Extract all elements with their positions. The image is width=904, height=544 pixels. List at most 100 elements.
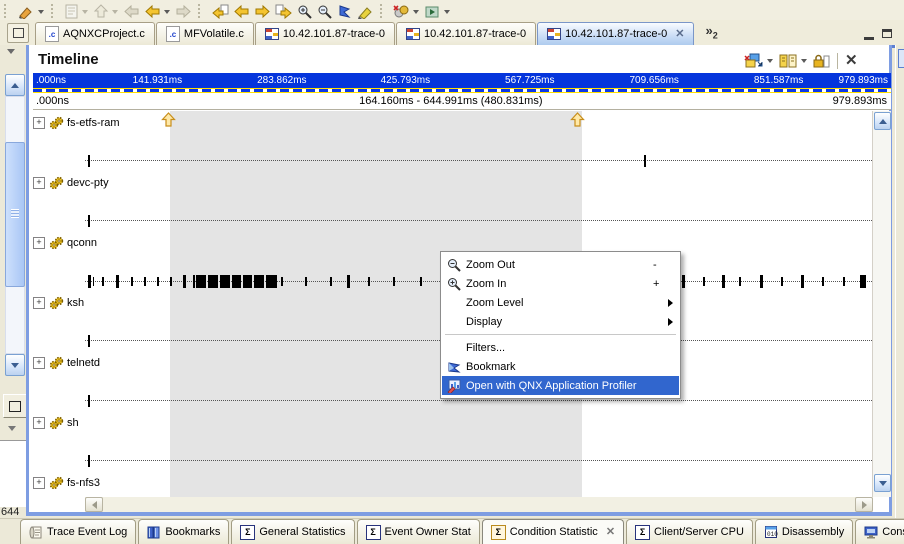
selection-end-marker-icon[interactable] [570, 112, 585, 127]
tab-label: General Statistics [259, 526, 345, 538]
trace-log-icon [29, 525, 43, 539]
toolbar-grip[interactable] [198, 4, 203, 18]
menu-item-zoom-level[interactable]: Zoom Level [442, 293, 679, 312]
menu-item-bookmark[interactable]: Bookmark [442, 357, 679, 376]
menu-item-filters[interactable]: Filters... [442, 338, 679, 357]
process-row-fs-etfs-ram[interactable]: + fs-etfs-ram [33, 115, 120, 130]
timeline-horizontal-scrollbar[interactable] [85, 497, 873, 512]
menu-item-open-with-qnx-application-profiler[interactable]: Open with QNX Application Profiler [442, 376, 679, 395]
event-tick [330, 277, 332, 286]
scroll-right-button[interactable] [855, 497, 873, 512]
trace-file-icon [406, 28, 420, 40]
timeline-ruler[interactable]: .000ns 141.931ms 283.862ms 425.793ms 567… [33, 73, 891, 88]
tab-general-statistics[interactable]: Σ General Statistics [231, 519, 354, 544]
close-view-button[interactable]: ✕ [845, 54, 858, 68]
process-row-devc-pty[interactable]: + devc-pty [33, 175, 109, 190]
gray-right-arrow-icon [175, 4, 192, 19]
restore-view-button[interactable] [7, 23, 29, 43]
scroll-down-button[interactable] [874, 474, 891, 492]
dropdown-arrow-icon[interactable] [444, 10, 450, 14]
process-row-sh[interactable]: + sh [33, 415, 79, 430]
tab-close-icon[interactable]: ✕ [675, 29, 684, 39]
bookmark-nav-button[interactable] [337, 3, 352, 19]
annotation-pen-icon[interactable] [17, 3, 35, 19]
event-tick [102, 277, 104, 286]
scroll-down-button[interactable] [5, 354, 25, 376]
tab-trace-2[interactable]: 10.42.101.87-trace-0 [396, 22, 536, 45]
dropdown-arrow-icon[interactable] [801, 59, 807, 63]
last-edit-location-button[interactable] [211, 3, 229, 19]
scroll-up-button[interactable] [874, 112, 891, 130]
toolbar-grip[interactable] [51, 4, 56, 18]
tab-trace-1[interactable]: 10.42.101.87-trace-0 [255, 22, 395, 45]
expand-icon[interactable]: + [33, 417, 45, 429]
tab-console[interactable]: Console [855, 519, 904, 544]
find-navigate-icon[interactable] [778, 53, 798, 69]
process-row-fs-nfs3[interactable]: + fs-nfs3 [33, 475, 100, 490]
back-history-button[interactable] [233, 3, 250, 19]
view-tab-bar: Trace Event Log Bookmarks Σ General Stat… [0, 518, 904, 544]
highlight-pen-button[interactable] [356, 3, 374, 19]
pane-menu-icon[interactable] [8, 426, 16, 431]
expand-icon[interactable]: + [33, 117, 45, 129]
back-button[interactable] [144, 3, 161, 19]
process-row-telnetd[interactable]: + telnetd [33, 355, 100, 370]
qnx-momentics-window: .c AQNXCProject.c .c MFVolatile.c 10.42.… [0, 0, 904, 544]
tab-aqnxcproject[interactable]: .c AQNXCProject.c [35, 22, 155, 45]
toolbar-grip[interactable] [380, 4, 385, 18]
tab-mfvolatile[interactable]: .c MFVolatile.c [156, 22, 254, 45]
menu-item-display[interactable]: Display [442, 312, 679, 331]
dropdown-arrow-icon[interactable] [767, 59, 773, 63]
expand-icon[interactable]: + [33, 357, 45, 369]
toolbar-grip[interactable] [4, 4, 9, 18]
dropdown-arrow-icon[interactable] [38, 10, 44, 14]
folder-up-icon [93, 4, 109, 19]
view-menu-icon[interactable] [7, 49, 15, 54]
tab-overflow-chevron[interactable]: »2 [705, 23, 717, 41]
scroll-thumb[interactable] [5, 142, 25, 287]
show-annotation-icon[interactable] [93, 3, 109, 19]
mark-occurrences-icon[interactable] [64, 3, 79, 19]
scroll-left-button[interactable] [85, 497, 103, 512]
zoom-in-button[interactable] [297, 3, 313, 19]
event-tick [193, 275, 195, 288]
scroll-up-button[interactable] [5, 74, 25, 96]
process-row-ksh[interactable]: + ksh [33, 295, 84, 310]
minimize-icon[interactable] [864, 37, 874, 40]
menu-item-zoom-in[interactable]: Zoom In + [442, 274, 679, 293]
tab-close-icon[interactable]: ✕ [606, 527, 615, 537]
ruler-label: 425.793ms [381, 75, 430, 86]
process-name: ksh [67, 297, 84, 309]
expand-icon[interactable]: + [33, 297, 45, 309]
restore-pane-button[interactable] [3, 394, 27, 418]
dropdown-arrow-icon[interactable] [164, 10, 170, 14]
expand-icon[interactable]: + [33, 237, 45, 249]
display-settings-icon[interactable] [744, 53, 764, 69]
selection-start-marker-icon[interactable] [161, 112, 176, 127]
tab-condition-statistic-active[interactable]: Σ Condition Statistic ✕ [482, 519, 624, 544]
profile-tool-button[interactable] [393, 3, 410, 19]
tab-disassembly[interactable]: 010 Disassembly [755, 519, 853, 544]
minimized-pane[interactable] [0, 440, 28, 507]
tab-trace-3-active[interactable]: 10.42.101.87-trace-0 ✕ [537, 22, 694, 45]
bookmark-icon [447, 360, 461, 374]
process-row-qconn[interactable]: + qconn [33, 235, 97, 250]
timeline-vertical-scrollbar[interactable] [872, 111, 891, 497]
lock-icon[interactable] [812, 53, 830, 69]
dropdown-arrow-icon[interactable] [413, 10, 419, 14]
maximize-icon[interactable] [882, 29, 892, 38]
menu-item-zoom-out[interactable]: Zoom Out - [442, 255, 679, 274]
zoom-out-button[interactable] [317, 3, 333, 19]
expand-icon[interactable]: + [33, 477, 45, 489]
yellow-left-arrow-icon [233, 4, 250, 19]
tab-bookmarks[interactable]: Bookmarks [138, 519, 229, 544]
tab-label: MFVolatile.c [184, 28, 244, 40]
tab-client-server-cpu[interactable]: Σ Client/Server CPU [626, 519, 753, 544]
event-tick [368, 277, 370, 286]
forward-page-button[interactable] [275, 3, 293, 19]
expand-icon[interactable]: + [33, 177, 45, 189]
tab-trace-event-log[interactable]: Trace Event Log [20, 519, 136, 544]
forward-history-button[interactable] [254, 3, 271, 19]
run-tool-button[interactable] [424, 3, 441, 19]
tab-event-owner-stat[interactable]: Σ Event Owner Stat [357, 519, 480, 544]
